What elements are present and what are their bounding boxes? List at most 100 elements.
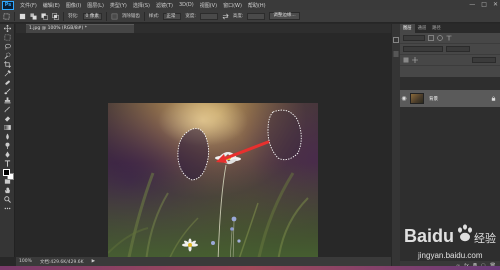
width-input[interactable] xyxy=(199,12,218,20)
status-bar: 100% 文档:429.6K/429.6K ▶ xyxy=(16,257,391,266)
image-filter-icon[interactable] xyxy=(428,35,434,41)
divider xyxy=(63,11,64,21)
bandage-icon xyxy=(5,80,10,85)
menu-file[interactable]: 文件(F) xyxy=(20,2,37,9)
paw-icon xyxy=(458,224,472,242)
tab-paths[interactable]: 路径 xyxy=(429,24,444,33)
menu-3d[interactable]: 3D(D) xyxy=(179,2,194,9)
menu-items: 文件(F) 编辑(E) 图像(I) 图层(L) 类型(Y) 选择(S) 滤镜(T… xyxy=(20,2,266,9)
history-brush-tool[interactable] xyxy=(1,105,14,114)
swap-icon[interactable] xyxy=(222,13,229,20)
lasso-tool[interactable] xyxy=(1,42,14,51)
lasso-icon xyxy=(5,43,11,50)
photoshop-logo: Ps xyxy=(2,0,14,10)
pen-tool[interactable] xyxy=(1,150,14,159)
gradient-icon xyxy=(4,125,11,130)
type-filter-icon[interactable] xyxy=(446,35,452,41)
divider xyxy=(105,11,107,21)
menu-filter[interactable]: 滤镜(T) xyxy=(156,2,173,9)
type-icon xyxy=(4,160,11,167)
status-arrow[interactable]: ▶ xyxy=(92,259,95,264)
zoom-tool[interactable] xyxy=(1,195,14,204)
menu-edit[interactable]: 编辑(E) xyxy=(43,2,60,9)
filter-kind-select[interactable] xyxy=(403,35,425,41)
baidu-logo-text: Baidu xyxy=(404,226,454,246)
marquee-icon xyxy=(4,34,11,41)
healing-tool[interactable] xyxy=(1,78,14,87)
antialias-label: 消除锯齿 xyxy=(121,14,140,19)
intersect-selection-icon[interactable] xyxy=(52,12,59,20)
menu-image[interactable]: 图像(I) xyxy=(66,2,81,9)
minimize-button[interactable]: — xyxy=(469,1,475,8)
adjust-filter-icon[interactable] xyxy=(437,35,443,41)
menu-select[interactable]: 选择(S) xyxy=(133,2,150,9)
visibility-eye-icon[interactable]: ◉ xyxy=(400,95,408,102)
panel-icon-strip xyxy=(392,24,400,270)
blur-tool[interactable] xyxy=(1,132,14,141)
style-label: 样式: xyxy=(148,14,160,19)
crop-icon xyxy=(4,61,11,68)
layers-controls xyxy=(400,33,500,77)
more-tools[interactable] xyxy=(1,204,14,213)
document-tab-bar: 1.jpg @ 100% (RGB/8#) * xyxy=(16,24,391,33)
lock-pixels-icon[interactable] xyxy=(403,57,409,63)
layer-name: 背景 xyxy=(429,96,438,102)
type-tool[interactable] xyxy=(1,159,14,168)
marquee-tool-icon[interactable] xyxy=(3,13,10,20)
marquee-tool[interactable] xyxy=(1,33,14,42)
document-tab[interactable]: 1.jpg @ 100% (RGB/8#) * xyxy=(26,24,134,33)
document-size: 文档:429.6K/429.6K xyxy=(39,259,84,265)
photo-canvas[interactable] xyxy=(108,103,318,262)
dodge-icon xyxy=(5,142,10,149)
eraser-icon xyxy=(4,116,11,122)
foreground-color-swatch[interactable] xyxy=(3,169,10,176)
checkbox-icon[interactable] xyxy=(111,13,118,20)
baidu-jingyan-watermark: Baidu 经验 jingyan.baidu.com xyxy=(404,224,496,260)
history-icon[interactable] xyxy=(392,36,400,44)
menu-view[interactable]: 视图(V) xyxy=(200,2,217,9)
menu-type[interactable]: 类型(Y) xyxy=(110,2,127,9)
canvas-area[interactable] xyxy=(16,33,391,262)
tab-layers[interactable]: 图层 xyxy=(400,24,415,33)
drop-icon xyxy=(6,133,9,140)
move-tool[interactable] xyxy=(1,24,14,33)
crop-tool[interactable] xyxy=(1,60,14,69)
feather-input[interactable]: 0 像素 xyxy=(82,12,102,20)
height-input[interactable] xyxy=(247,12,266,20)
layer-filter-row xyxy=(400,33,500,44)
layer-row-background[interactable]: ◉ 背景 xyxy=(400,90,500,107)
maximize-button[interactable]: □ xyxy=(481,1,487,8)
close-button[interactable]: ✕ xyxy=(493,1,498,8)
menu-help[interactable]: 帮助(H) xyxy=(248,2,266,9)
eyedropper-icon xyxy=(4,70,11,77)
menu-layer[interactable]: 图层(L) xyxy=(87,2,104,9)
style-select[interactable]: 正常 xyxy=(163,12,182,20)
blend-mode-row xyxy=(400,44,500,55)
layers-panel-tabs: 图层 通道 路径 xyxy=(400,24,500,33)
window-controls: — □ ✕ xyxy=(469,1,498,8)
fill-input[interactable] xyxy=(472,57,496,63)
height-label: 高度: xyxy=(232,14,244,19)
zoom-level[interactable]: 100% xyxy=(19,259,32,264)
subtract-selection-icon[interactable] xyxy=(41,12,48,20)
hand-tool[interactable] xyxy=(1,186,14,195)
new-selection-icon[interactable] xyxy=(19,13,26,20)
lock-icon xyxy=(491,96,496,101)
blend-mode-select[interactable] xyxy=(403,46,443,52)
stamp-tool[interactable] xyxy=(1,96,14,105)
refine-edge-button[interactable]: 调整边缘... xyxy=(269,12,300,20)
quick-select-tool[interactable] xyxy=(1,51,14,60)
move-icon xyxy=(4,25,11,32)
feather-label: 羽化: xyxy=(68,14,79,19)
brush-tool[interactable] xyxy=(1,87,14,96)
dodge-tool[interactable] xyxy=(1,141,14,150)
opacity-input[interactable] xyxy=(446,46,470,52)
eyedropper-tool[interactable] xyxy=(1,69,14,78)
menu-window[interactable]: 窗口(W) xyxy=(223,2,242,9)
tab-channels[interactable]: 通道 xyxy=(415,24,430,33)
add-selection-icon[interactable] xyxy=(30,12,37,20)
lock-position-icon[interactable] xyxy=(412,57,418,63)
gradient-tool[interactable] xyxy=(1,123,14,132)
eraser-tool[interactable] xyxy=(1,114,14,123)
properties-icon[interactable] xyxy=(392,50,400,58)
